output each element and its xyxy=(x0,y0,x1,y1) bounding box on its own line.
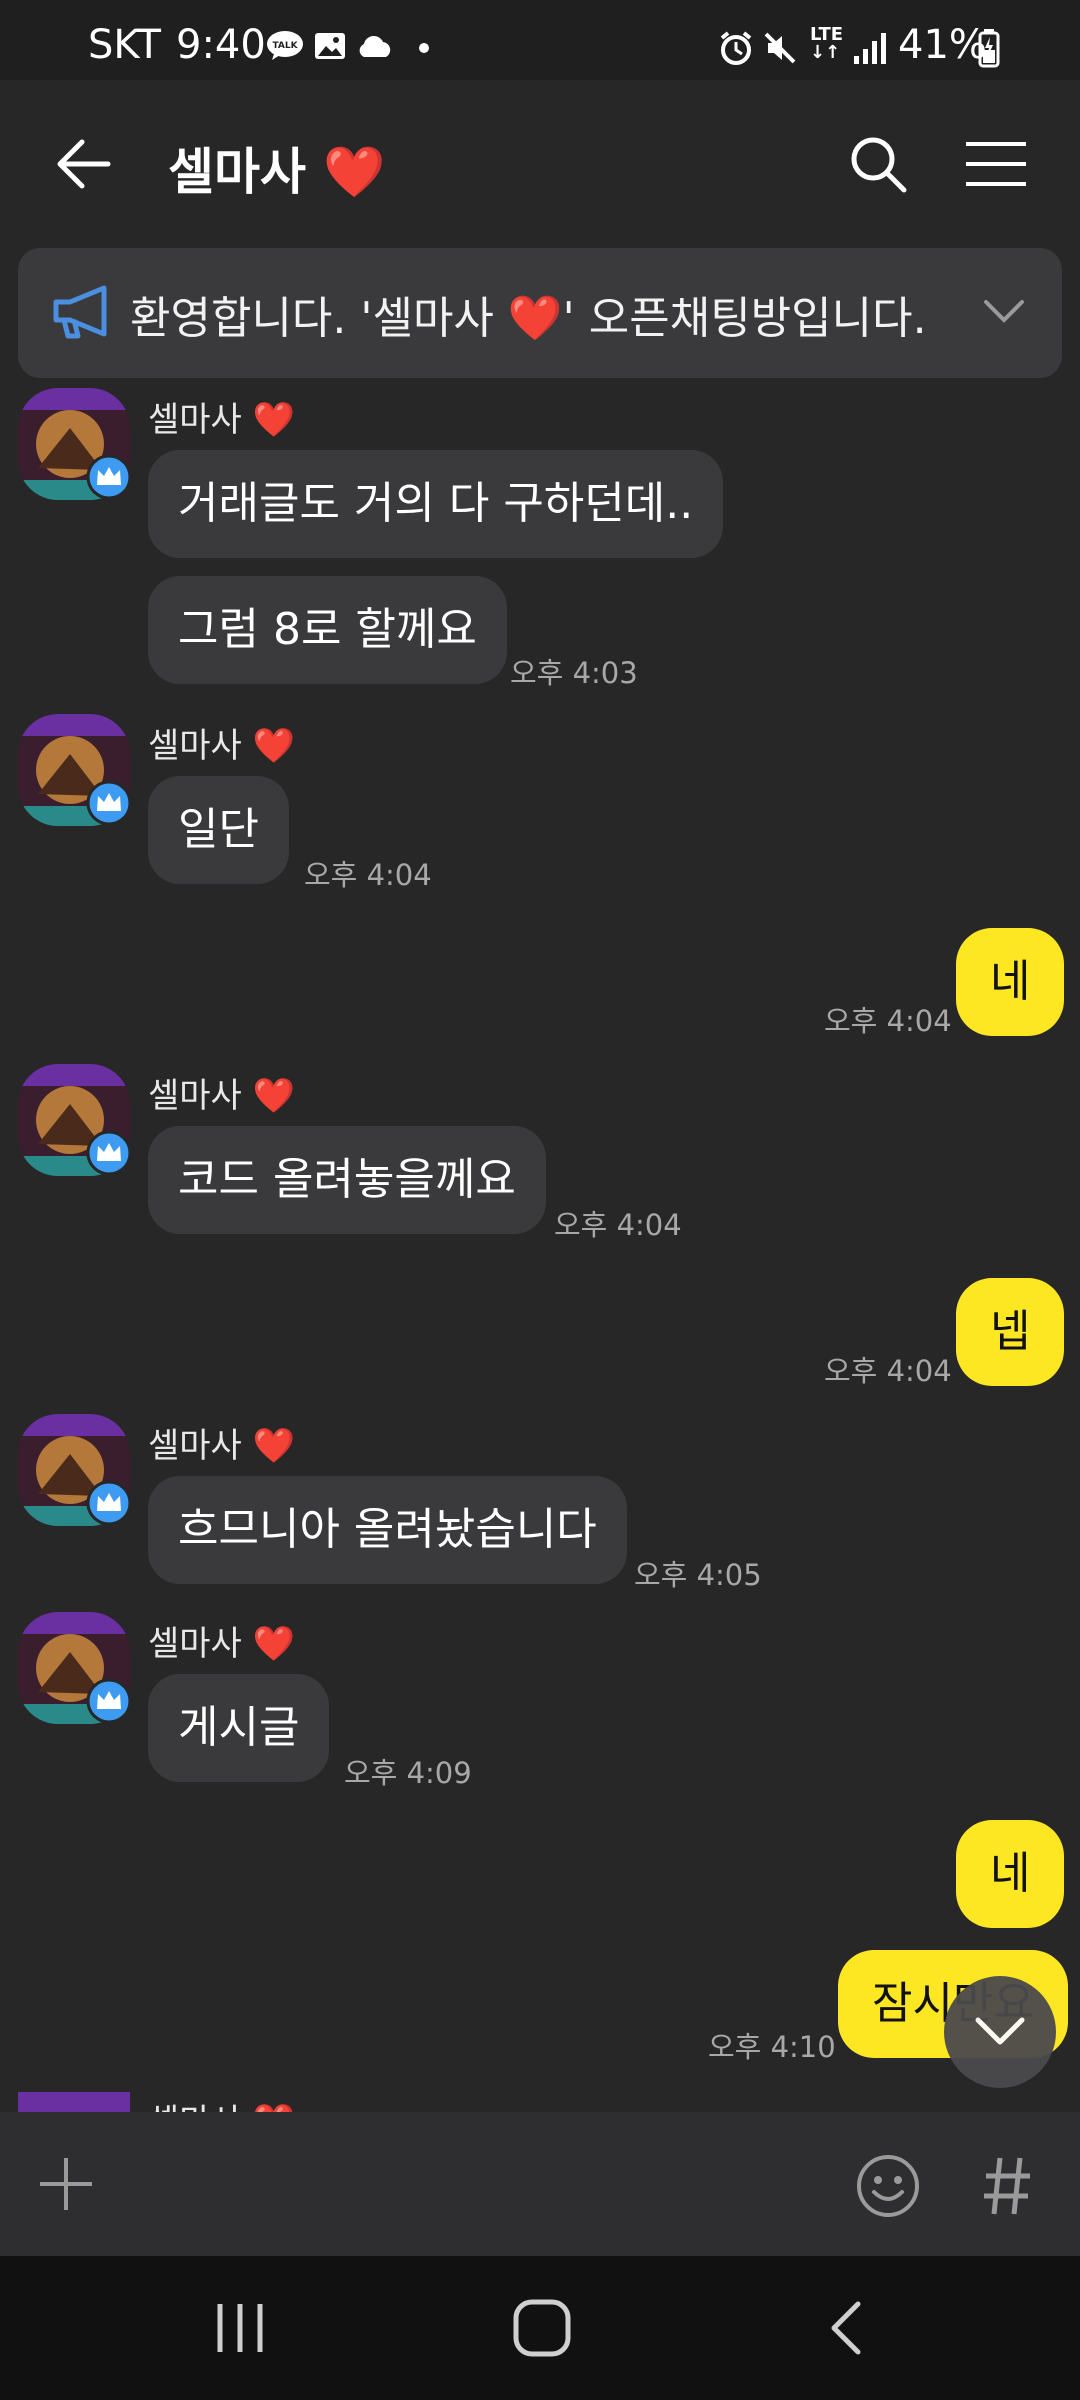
message-bubble[interactable]: 그럼 8로 할께요 xyxy=(148,576,507,684)
back-arrow-icon[interactable] xyxy=(56,136,112,192)
notice-banner[interactable]: 환영합니다. '셀마사 ❤️' 오픈채팅방입니다. xyxy=(18,248,1062,378)
message-time: 오후 4:03 xyxy=(510,656,638,690)
sender-name: 셀마사 ❤️ xyxy=(148,1624,295,1664)
avatar[interactable] xyxy=(18,388,132,500)
emoji-icon[interactable] xyxy=(856,2154,920,2218)
clock: 9:40 xyxy=(176,22,266,68)
message-time: 오후 4:04 xyxy=(304,858,432,892)
message-time: 오후 4:04 xyxy=(554,1208,682,1242)
chat-title-text: 셀마사 xyxy=(168,143,306,201)
chevron-down-icon[interactable] xyxy=(982,298,1026,326)
battery-percent: 41% xyxy=(898,22,987,68)
image-icon xyxy=(315,33,345,59)
battery-icon xyxy=(978,29,1000,68)
back-nav-icon[interactable] xyxy=(826,2300,866,2356)
recent-apps-icon[interactable] xyxy=(214,2300,266,2356)
message-bubble[interactable]: 코드 올려놓을께요 xyxy=(148,1126,546,1234)
signal-icon xyxy=(854,33,886,64)
status-bar: SKT 9:40 TALK LTE ↓↑ 41% xyxy=(0,0,1080,80)
my-message-bubble[interactable]: 네 xyxy=(956,928,1065,1036)
notice-text: 환영합니다. '셀마사 ❤️' 오픈채팅방입니다. xyxy=(130,293,927,344)
avatar[interactable] xyxy=(18,1414,132,1526)
carrier-label: SKT xyxy=(88,22,161,68)
sender-name: 셀마사 ❤️ xyxy=(148,400,295,440)
plus-icon[interactable] xyxy=(38,2156,94,2212)
sender-name: 셀마사 ❤️ xyxy=(148,2102,295,2112)
message-time: 오후 4:10 xyxy=(708,2030,836,2064)
hamburger-menu-icon[interactable] xyxy=(964,140,1028,188)
system-navigation-bar xyxy=(0,2256,1080,2400)
hashtag-icon[interactable] xyxy=(982,2154,1034,2218)
scroll-to-bottom-button[interactable] xyxy=(944,1976,1056,2088)
my-message-bubble[interactable]: 네 xyxy=(956,1820,1065,1928)
cloud-icon xyxy=(359,36,391,57)
lte-indicator: LTE ↓↑ xyxy=(810,24,844,63)
sender-name: 셀마사 ❤️ xyxy=(148,1426,295,1466)
admin-crown-icon xyxy=(86,1678,132,1724)
message-bubble[interactable]: 일단 xyxy=(148,776,289,884)
admin-crown-icon xyxy=(86,1130,132,1176)
sender-name: 셀마사 ❤️ xyxy=(148,1076,295,1116)
admin-crown-icon xyxy=(86,780,132,826)
message-time: 오후 4:04 xyxy=(824,1004,952,1038)
message-list[interactable]: 셀마사 ❤️ 거래글도 거의 다 구하던데.. 그럼 8로 할께요 오후 4:0… xyxy=(0,380,1080,2112)
admin-crown-icon xyxy=(86,1480,132,1526)
message-time: 오후 4:04 xyxy=(824,1354,952,1388)
message-bubble[interactable]: 흐므니아 올려놨습니다 xyxy=(148,1476,627,1584)
avatar[interactable] xyxy=(18,1064,132,1176)
message-bubble[interactable]: 거래글도 거의 다 구하던데.. xyxy=(148,450,724,558)
alarm-icon xyxy=(720,31,752,65)
message-time: 오후 4:09 xyxy=(344,1756,472,1790)
sender-name: 셀마사 ❤️ xyxy=(148,726,295,766)
message-time: 오후 4:05 xyxy=(634,1558,762,1592)
talk-icon: TALK xyxy=(267,31,303,60)
admin-crown-icon xyxy=(86,454,132,500)
avatar[interactable] xyxy=(18,1612,132,1724)
avatar[interactable] xyxy=(18,714,132,826)
home-icon[interactable] xyxy=(512,2298,572,2358)
avatar[interactable] xyxy=(18,2092,130,2112)
svg-text:TALK: TALK xyxy=(272,41,298,51)
my-message-bubble[interactable]: 넵 xyxy=(956,1278,1065,1386)
heart-emoji: ❤️ xyxy=(323,143,386,201)
chevron-down-icon xyxy=(975,2017,1025,2045)
message-input-bar[interactable] xyxy=(0,2112,1080,2256)
chat-title: 셀마사 ❤️ xyxy=(168,132,386,204)
megaphone-icon xyxy=(53,285,107,339)
dot-icon xyxy=(419,43,429,53)
mute-icon xyxy=(764,32,796,64)
avatar-image xyxy=(18,2092,130,2112)
sender-name-clipped: 셀마사 ❤️ xyxy=(148,2094,295,2112)
chat-header: 셀마사 ❤️ xyxy=(0,80,1080,248)
message-bubble[interactable]: 게시글 xyxy=(148,1674,330,1782)
search-icon[interactable] xyxy=(848,134,908,194)
